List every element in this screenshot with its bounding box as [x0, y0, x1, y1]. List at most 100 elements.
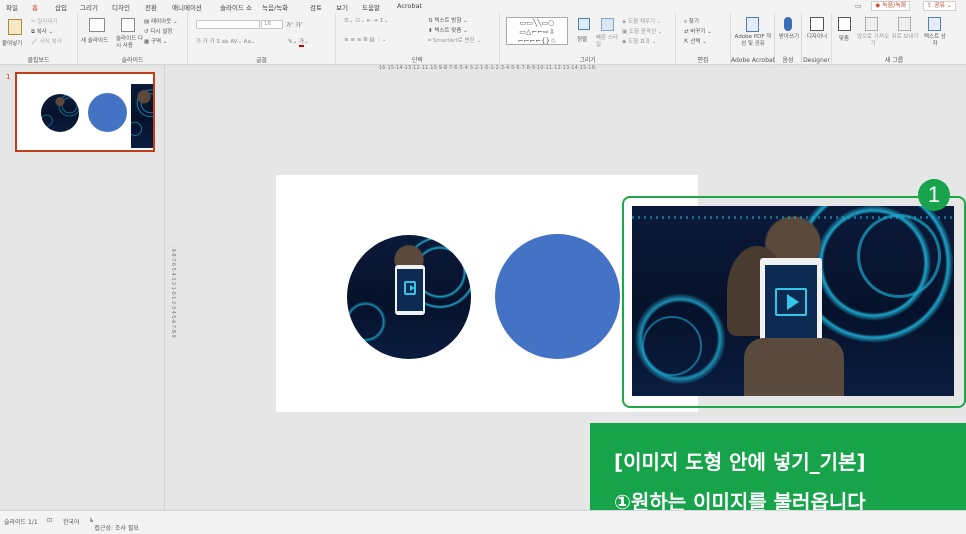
select-button[interactable]: ⇱ 선택 ⌄	[684, 37, 707, 45]
layout-label: 레이아웃	[150, 19, 172, 25]
new-group: 맞춤 앞으로 가져오기 뒤로 보내기 텍스트 상자 새 그룹	[832, 13, 966, 65]
font-format-buttons[interactable]: 가 가 가 S ab AV⌄ Aa⌄	[196, 37, 256, 45]
menu-bar: 파일 홈 삽입 그리기 디자인 전환 애니메이션 슬라이드 쇼 녹음/녹화 검토…	[0, 0, 966, 14]
arrange-icon[interactable]	[578, 18, 590, 30]
font-size-value: 18	[264, 21, 271, 27]
grow-font-button[interactable]: 가ˆ 가ˇ	[286, 21, 303, 29]
pdf-icon[interactable]	[746, 17, 759, 32]
text-direction-button[interactable]: ⇅ 텍스트 방향 ⌄	[428, 16, 468, 24]
tab-acrobat[interactable]: Acrobat	[397, 2, 422, 10]
quick-styles-label[interactable]: 빠른 스타일	[596, 35, 620, 49]
reset-button[interactable]: ↺ 다시 설정	[144, 27, 172, 35]
paste-label[interactable]: 붙여넣기	[2, 39, 22, 47]
text-box-label[interactable]: 텍스트 상자	[922, 34, 948, 48]
tab-file[interactable]: 파일	[6, 2, 18, 12]
copy-label: 복사	[36, 29, 47, 35]
layout-button[interactable]: ▤ 레이아웃 ⌄	[144, 17, 178, 25]
designer-group: 디자이너 Designer	[802, 13, 832, 65]
shape-fill-label: 도형 채우기	[627, 19, 656, 25]
ribbon: 붙여넣기 ✂ 잘라내기 ⧉ 복사 ⌄ 🖌 서식 복사 클립보드 새 슬라이드 슬…	[0, 13, 966, 65]
paste-icon[interactable]	[8, 19, 22, 35]
section-button[interactable]: ▦ 구역 ⌄	[144, 37, 167, 45]
align-text-label: 텍스트 맞춤	[434, 28, 462, 34]
spellcheck-icon[interactable]: ⊡	[47, 517, 52, 524]
new-slide-icon[interactable]	[89, 18, 105, 32]
create-pdf-label[interactable]: Adobe PDF 작성 및 공유	[733, 34, 773, 48]
replace-button[interactable]: ⇄ 바꾸기 ⌄	[684, 27, 712, 35]
clipboard-group: 붙여넣기 ✂ 잘라내기 ⧉ 복사 ⌄ 🖌 서식 복사 클립보드	[0, 13, 78, 65]
tab-slideshow[interactable]: 슬라이드 쇼	[220, 2, 252, 12]
reuse-slide-icon[interactable]	[121, 18, 135, 32]
language-status[interactable]: 한국어	[63, 517, 80, 526]
cut-button[interactable]: ✂ 잘라내기	[31, 17, 58, 25]
format-painter-button[interactable]: 🖌 서식 복사	[31, 37, 62, 45]
drawing-group: ▭▭╲╲▭○ ▭△⌐⌐⇨⇩ ⌐⌐⌐⌐{}☆ 정렬 빠른 스타일 ◈ 도형 채우기 ⌄…	[500, 13, 676, 65]
align-buttons[interactable]: ≡ ≡ ≡ ≣ ▥ ⋮⌄	[344, 37, 386, 43]
blue-circle-shape[interactable]	[495, 234, 620, 359]
cut-label: 잘라내기	[37, 19, 58, 25]
designer-label[interactable]: 디자이너	[806, 34, 828, 41]
list-buttons[interactable]: ☰⌄ ☷⌄ ⇤ ⇥ ↕⌄	[344, 18, 389, 24]
tablet-image	[395, 265, 425, 315]
voice-group: 받아쓰기 음성	[775, 13, 802, 65]
bring-forward-icon[interactable]	[865, 17, 878, 31]
shape-effects-button[interactable]: ◆ 도형 효과 ⌄	[622, 37, 656, 45]
tab-design[interactable]: 디자인	[112, 2, 130, 12]
quick-styles-icon[interactable]	[601, 18, 614, 31]
bring-forward-label[interactable]: 앞으로 가져오기	[856, 34, 890, 48]
align-label[interactable]: 맞춤	[839, 34, 849, 42]
tab-help[interactable]: 도움말	[362, 2, 380, 12]
tab-transitions[interactable]: 전환	[145, 2, 157, 12]
format-painter-label: 서식 복사	[39, 39, 62, 45]
tab-view[interactable]: 보기	[336, 2, 348, 12]
editing-group-label: 편집	[697, 57, 709, 64]
record-button[interactable]: ◉ 녹음/녹화	[871, 1, 911, 11]
paragraph-group: ☰⌄ ☷⌄ ⇤ ⇥ ↕⌄ ≡ ≡ ≡ ≣ ▥ ⋮⌄ ⇅ 텍스트 방향 ⌄ ⬍ 텍…	[336, 13, 500, 65]
editing-group: ⌕ 찾기 ⇄ 바꾸기 ⌄ ⇱ 선택 ⌄ 편집	[676, 13, 731, 65]
new-group-label: 새 그룹	[884, 57, 904, 64]
designer-icon[interactable]	[810, 17, 824, 31]
arrange-label[interactable]: 정렬	[577, 35, 587, 43]
reuse-slide-label[interactable]: 슬라이드 다시 사용	[116, 36, 146, 50]
dictate-label[interactable]: 받아쓰기	[778, 34, 800, 41]
tab-insert[interactable]: 삽입	[55, 2, 67, 12]
shape-outline-button[interactable]: ▣ 도형 윤곽선 ⌄	[622, 27, 662, 35]
tab-record[interactable]: 녹음/녹화	[262, 2, 288, 12]
replace-label: 바꾸기	[690, 29, 706, 35]
tab-review[interactable]: 검토	[310, 2, 322, 12]
callout-line-1: [이미지 도형 안에 넣기_기본]	[614, 450, 866, 474]
accessibility-label: 접근성: 조사 필요	[94, 525, 139, 532]
slide-thumbnail[interactable]	[15, 72, 155, 152]
send-backward-icon[interactable]	[898, 17, 911, 31]
drawing-group-label: 그리기	[579, 57, 596, 64]
font-size-input[interactable]: 18	[261, 20, 283, 29]
find-button[interactable]: ⌕ 찾기	[684, 17, 699, 26]
voice-group-label: 음성	[782, 57, 794, 64]
slides-group-label: 슬라이드	[121, 57, 144, 64]
tab-animations[interactable]: 애니메이션	[172, 2, 202, 12]
tab-draw[interactable]: 그리기	[80, 2, 98, 12]
align-icon[interactable]	[838, 17, 851, 31]
align-text-button[interactable]: ⬍ 텍스트 맞춤 ⌄	[428, 26, 468, 34]
record-button-label: 녹음/녹화	[882, 2, 907, 9]
font-name-input[interactable]	[196, 20, 260, 29]
microphone-icon[interactable]	[784, 17, 792, 31]
share-button[interactable]: ⇪ 공유 ⌄	[923, 1, 956, 11]
text-box-icon[interactable]	[928, 17, 941, 31]
copy-button[interactable]: ⧉ 복사 ⌄	[31, 27, 53, 36]
circle-image-shape[interactable]	[347, 235, 471, 359]
accessibility-status[interactable]: ♿ 접근성: 조사 필요	[89, 517, 139, 532]
designer-group-label: Designer	[803, 57, 830, 64]
smartart-button[interactable]: ⌗ SmartArt로 변환 ⌄	[428, 36, 481, 45]
shapes-gallery[interactable]: ▭▭╲╲▭○ ▭△⌐⌐⇨⇩ ⌐⌐⌐⌐{}☆	[506, 17, 568, 45]
smartart-label: SmartArt로 변환	[432, 38, 475, 44]
slide-number: 1	[6, 73, 11, 81]
font-color-button[interactable]: ✎⌄ 가⌄	[288, 37, 309, 47]
thumb-circle-photo	[41, 94, 79, 132]
shape-fill-button[interactable]: ◈ 도형 채우기 ⌄	[622, 17, 661, 25]
send-backward-label[interactable]: 뒤로 보내기	[890, 34, 920, 41]
select-label: 선택	[690, 39, 701, 45]
thumb-circle-blue	[88, 93, 127, 132]
comment-icon[interactable]: ▭	[855, 2, 862, 10]
new-slide-label[interactable]: 새 슬라이드	[81, 36, 108, 44]
